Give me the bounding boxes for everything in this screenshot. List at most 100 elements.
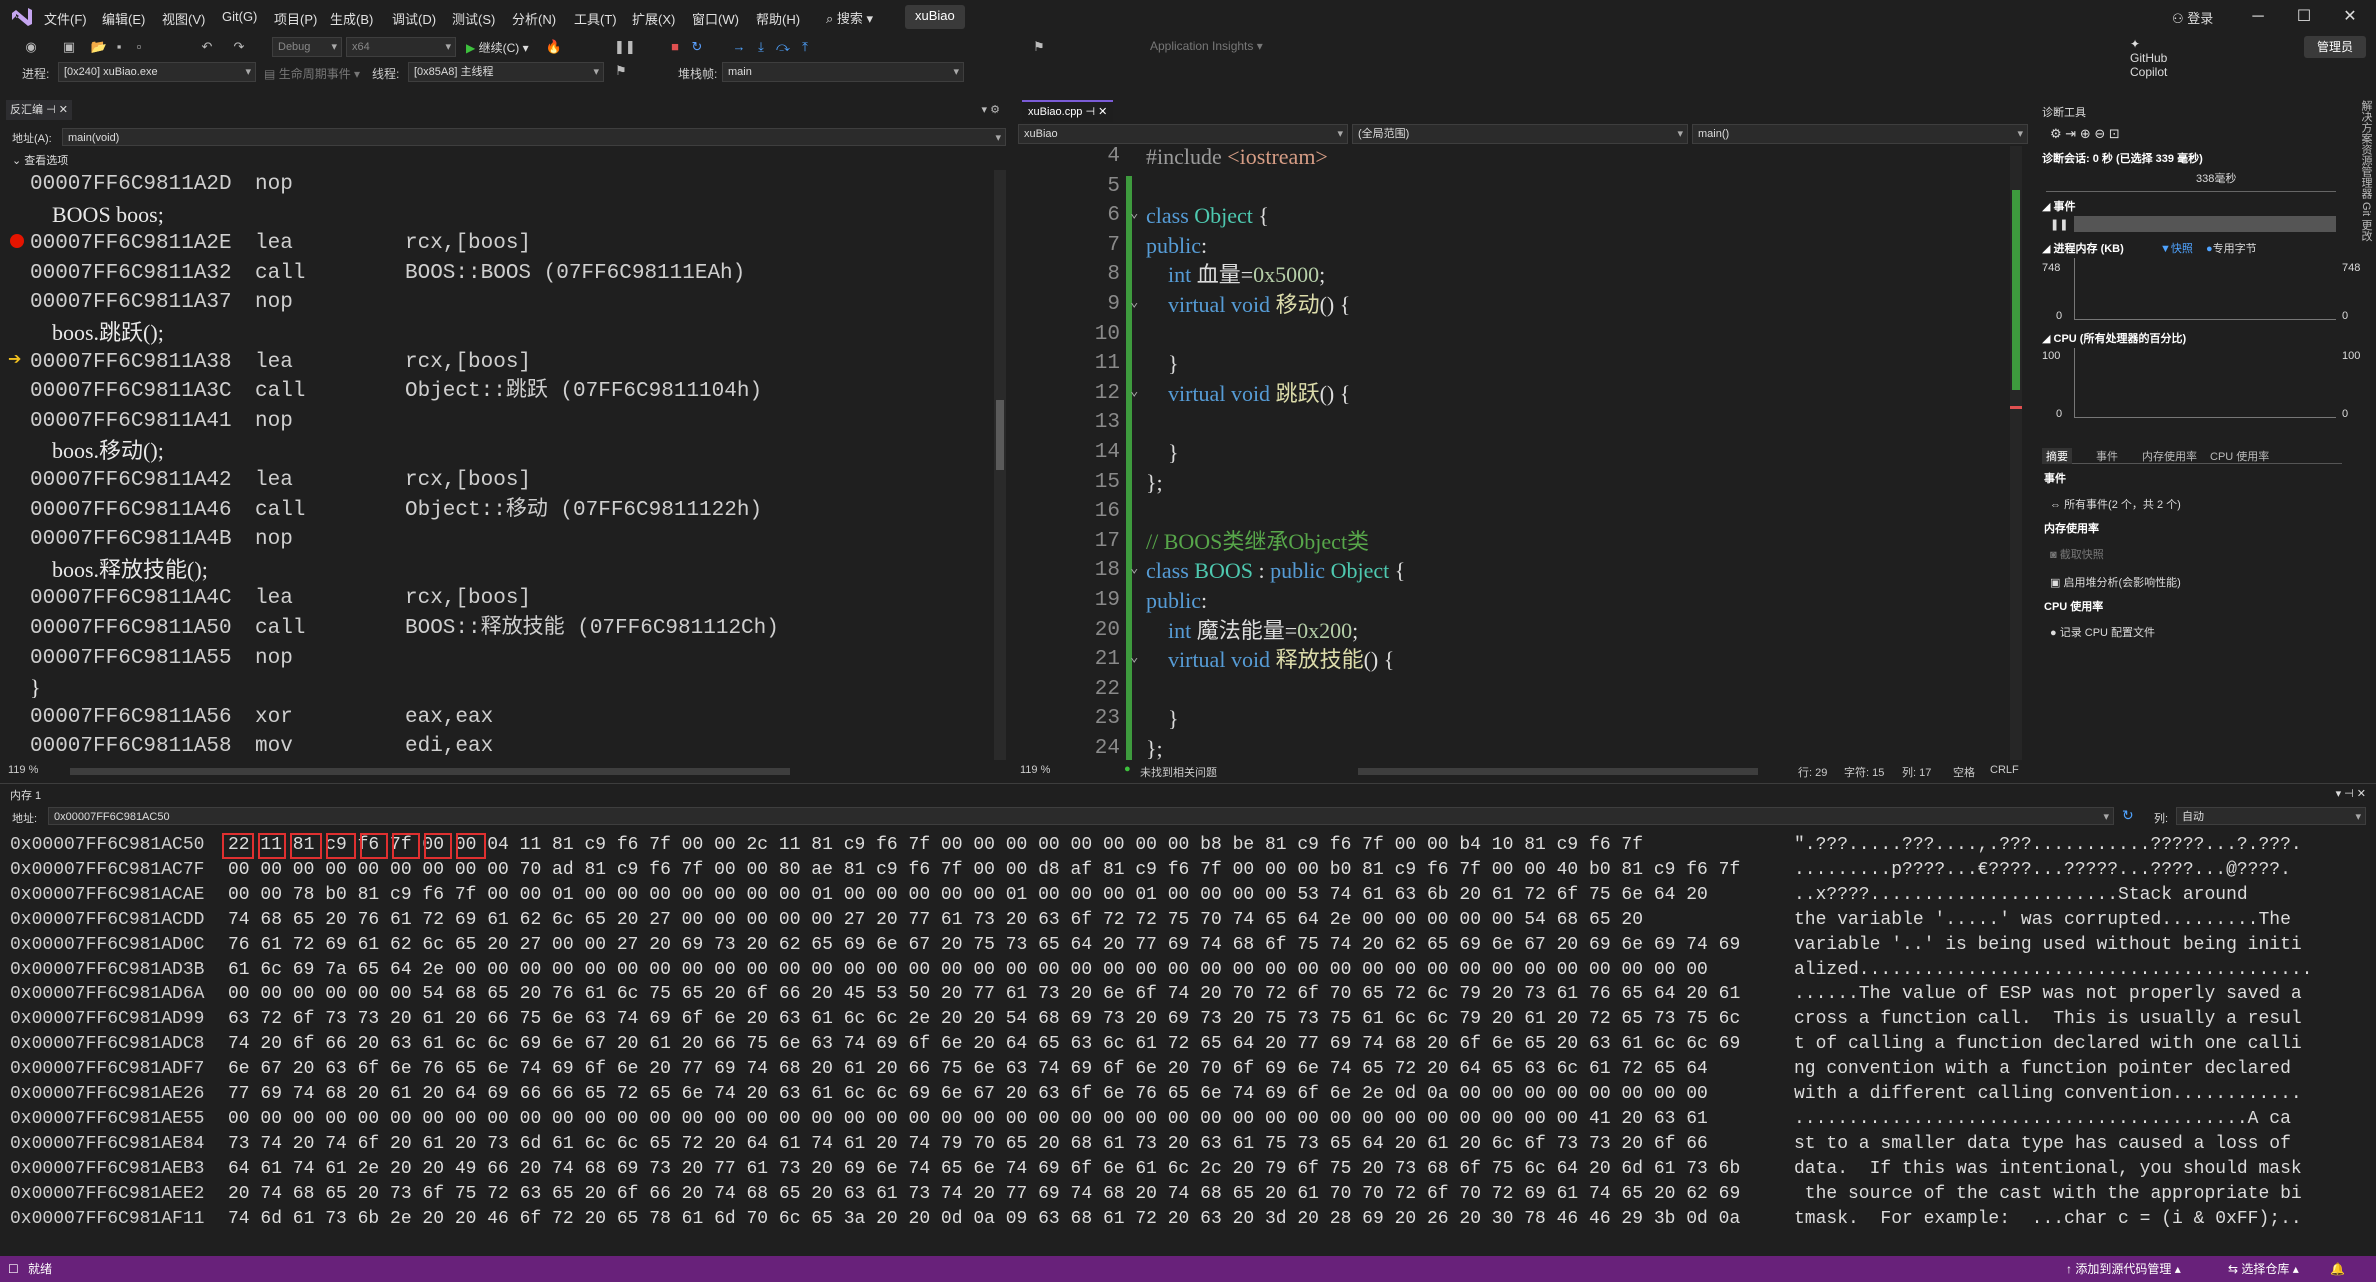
eol-indicator[interactable]: CRLF <box>1990 764 2019 776</box>
menu-item-12[interactable]: 帮助(H) <box>756 9 800 28</box>
diag-tab[interactable]: 事件 <box>2092 448 2122 464</box>
add-source-control-button[interactable]: ↑ 添加到源代码管理 ▴ <box>2066 1256 2181 1282</box>
search-box[interactable]: ⌕ 搜索 ▾ <box>826 8 873 27</box>
close-tab-icon[interactable]: ✕ <box>59 104 68 116</box>
code-line[interactable]: public: <box>1146 231 1207 260</box>
tab-xubiao-cpp[interactable]: xuBiao.cpp ⊣ ✕ <box>1022 100 1114 122</box>
side-tab-strip[interactable]: 解决方案资源管理器 Git 更改 <box>2350 100 2374 260</box>
break-all-icon[interactable]: ❚❚ <box>614 38 636 56</box>
step-out-icon[interactable]: ⤒ <box>796 38 814 56</box>
settings-icon[interactable]: ⚙ <box>2050 126 2062 141</box>
fold-chevron-icon[interactable]: ⌄ <box>1130 205 1138 222</box>
stop-icon[interactable]: ■ <box>666 38 684 56</box>
back-icon[interactable]: ◉ <box>22 38 40 56</box>
code-editor[interactable]: 4 #include <iostream> 5 6 class Object {7 pub… <box>1018 146 2008 760</box>
minimize-icon[interactable]: ─ <box>2240 4 2276 30</box>
disassembly-hscroll[interactable] <box>70 768 790 775</box>
fold-chevron-icon[interactable]: ⌄ <box>1130 383 1138 400</box>
code-line[interactable]: }; <box>1146 734 1163 760</box>
editor-zoom[interactable]: 119 % <box>1020 764 1050 776</box>
diag-tab[interactable]: 摘要 <box>2042 448 2072 464</box>
menu-item-7[interactable]: 测试(S) <box>452 9 495 28</box>
code-line[interactable]: class BOOS : public Object { <box>1146 556 1405 585</box>
editor-scrollbar[interactable] <box>2010 146 2022 760</box>
notifications-icon[interactable]: 🔔 <box>2330 1256 2345 1282</box>
pause-icon[interactable]: ❚❚ <box>2050 218 2068 231</box>
restart-icon[interactable]: ↻ <box>688 38 706 56</box>
platform-select[interactable]: x64 <box>346 37 456 57</box>
function-scope-select[interactable]: main() <box>1692 124 2028 144</box>
address-input[interactable]: main(void) <box>62 128 1006 146</box>
cpu-chart[interactable] <box>2074 348 2336 418</box>
zoom-in-icon[interactable]: ⊕ <box>2080 126 2091 141</box>
code-line[interactable]: virtual void 释放技能() { <box>1146 645 1394 674</box>
stack-frame-select[interactable]: main <box>722 62 964 82</box>
heap-analysis-button[interactable]: ▣ 启用堆分析(会影响性能) <box>2050 574 2181 590</box>
disassembly-zoom[interactable]: 119 % <box>8 764 38 776</box>
menu-item-5[interactable]: 生成(B) <box>330 9 373 28</box>
panel-options-icon[interactable]: ▾ ⚙ <box>982 100 1000 120</box>
open-icon[interactable]: 📂 <box>90 38 108 56</box>
global-scope-select[interactable]: (全局范围) <box>1352 124 1688 144</box>
github-copilot-button[interactable]: ✦ GitHub Copilot <box>2130 37 2167 79</box>
breakpoint-icon[interactable] <box>10 234 24 248</box>
menu-item-11[interactable]: 窗口(W) <box>692 9 739 28</box>
all-events-link[interactable]: ⇔ 所有事件(2 个，共 2 个) <box>2050 496 2181 512</box>
record-cpu-button[interactable]: ● 记录 CPU 配置文件 <box>2050 624 2155 640</box>
line-indicator[interactable]: 行: 29 <box>1798 764 1827 780</box>
bookmark-icon[interactable]: ⚑ <box>1030 38 1048 56</box>
pin-icon[interactable]: ⊣ <box>1086 106 1096 118</box>
code-line[interactable]: int 魔法能量=0x200; <box>1146 616 1358 645</box>
fold-chevron-icon[interactable]: ⌄ <box>1130 649 1138 666</box>
diag-tab[interactable]: CPU 使用率 <box>2206 448 2273 464</box>
configuration-select[interactable]: Debug <box>272 37 342 57</box>
issues-label[interactable]: 未找到相关问题 <box>1140 764 1217 780</box>
spacing-indicator[interactable]: 空格 <box>1953 764 1975 780</box>
menu-item-6[interactable]: 调试(D) <box>392 9 436 28</box>
project-scope-select[interactable]: xuBiao <box>1018 124 1348 144</box>
close-tab-icon[interactable]: ✕ <box>1098 106 1107 118</box>
select-repo-button[interactable]: ⇆ 选择仓库 ▴ <box>2228 1256 2299 1282</box>
menu-item-2[interactable]: 视图(V) <box>162 9 205 28</box>
menu-item-8[interactable]: 分析(N) <box>512 9 556 28</box>
diag-timeline-ruler[interactable] <box>2046 182 2336 192</box>
menu-item-0[interactable]: 文件(F) <box>44 9 87 28</box>
show-next-statement-icon[interactable]: → <box>730 38 748 56</box>
code-line[interactable]: } <box>1146 349 1179 378</box>
col-indicator[interactable]: 列: 17 <box>1902 764 1931 780</box>
take-snapshot-button[interactable]: ◙ 截取快照 <box>2050 546 2104 562</box>
flag-thread-icon[interactable]: ⚑ <box>612 62 630 80</box>
step-over-icon[interactable]: ⤼ <box>774 38 792 56</box>
code-line[interactable]: class Object { <box>1146 201 1269 230</box>
continue-button[interactable]: ▶ 继续(C) ▾ <box>466 39 529 56</box>
maximize-icon[interactable]: ☐ <box>2286 4 2322 30</box>
editor-hscroll[interactable] <box>1358 768 1758 775</box>
export-icon[interactable]: ⇥ <box>2065 126 2076 141</box>
panel-controls-icon[interactable]: ▾ ⊣ ✕ <box>2336 787 2366 800</box>
code-line[interactable]: } <box>1146 438 1179 467</box>
code-line[interactable]: public: <box>1146 586 1207 615</box>
close-icon[interactable]: ✕ <box>2332 4 2368 30</box>
diag-tab[interactable]: 内存使用率 <box>2138 448 2201 464</box>
sign-in-button[interactable]: ⚇ 登录 <box>2172 8 2213 27</box>
memory-view[interactable]: 0x00007FF6C981AC50 22 11 81 c9 f6 7f 00 0… <box>0 833 2376 1255</box>
code-line[interactable]: virtual void 移动() { <box>1146 290 1350 319</box>
pin-icon[interactable]: ⊣ <box>46 104 56 116</box>
code-line[interactable]: }; <box>1146 468 1163 497</box>
memory-chart[interactable] <box>2074 258 2336 320</box>
new-project-icon[interactable]: ▣ <box>60 38 78 56</box>
columns-select[interactable]: 自动 <box>2176 807 2366 825</box>
code-line[interactable]: int 血量=0x5000; <box>1146 260 1325 289</box>
fold-chevron-icon[interactable]: ⌄ <box>1130 294 1138 311</box>
save-icon[interactable]: ▪ <box>110 38 128 56</box>
menu-item-3[interactable]: Git(G) <box>222 9 257 24</box>
redo-icon[interactable]: ↷ <box>230 38 248 56</box>
char-indicator[interactable]: 字符: 15 <box>1844 764 1884 780</box>
lifecycle-events-button[interactable]: ▤ 生命周期事件 ▾ <box>264 65 360 82</box>
zoom-out-icon[interactable]: ⊖ <box>2094 126 2105 141</box>
application-insights-button[interactable]: Application Insights ▾ <box>1150 39 1263 53</box>
reset-zoom-icon[interactable]: ⊡ <box>2109 126 2120 141</box>
hot-reload-icon[interactable]: 🔥 <box>545 38 563 56</box>
thread-select[interactable]: [0x85A8] 主线程 <box>408 62 604 82</box>
view-options-toggle[interactable]: ⌄ 查看选项 <box>12 152 68 168</box>
